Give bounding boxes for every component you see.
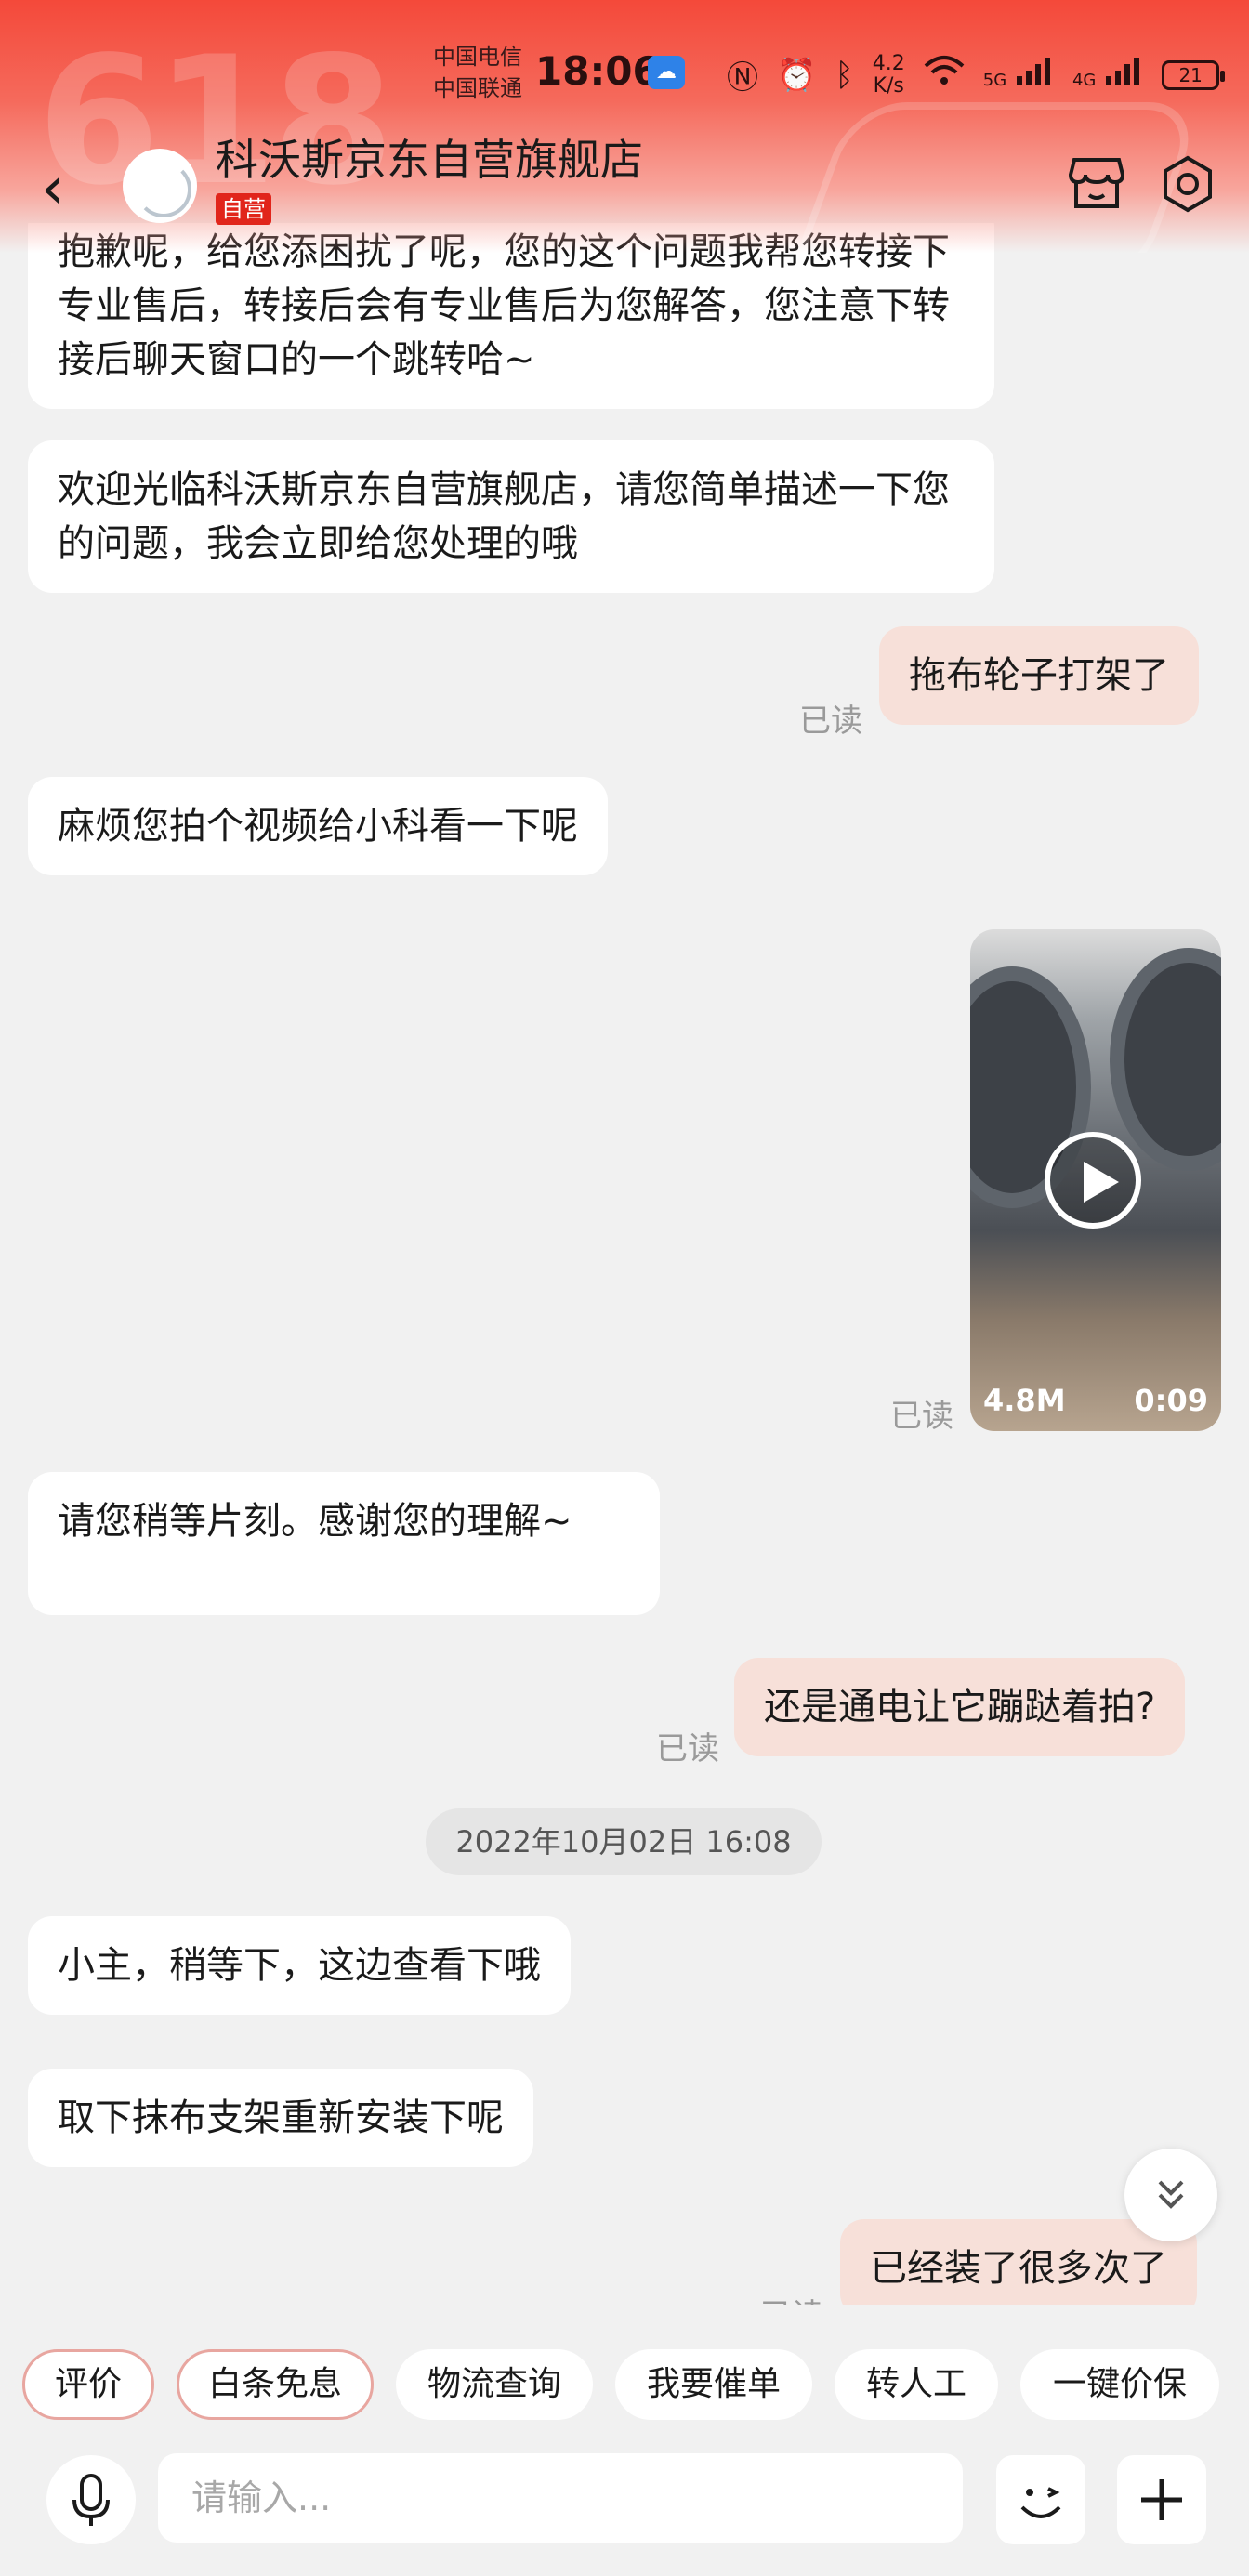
carrier-2: 中国联通 <box>433 75 522 101</box>
signal-icon-5g: 5G <box>983 56 1054 94</box>
input-bar <box>0 2435 1249 2576</box>
quick-reply-urge-order[interactable]: 我要催单 <box>615 2349 812 2420</box>
read-receipt: 已读 <box>656 1730 719 1768</box>
read-receipt: 已读 <box>760 2290 823 2305</box>
chat-message-list[interactable]: 抱歉呢，给您添困扰了呢，您的这个问题我帮您转接下专业售后，转接后会有专业售后为您… <box>0 223 1249 2305</box>
message-bubble-user[interactable]: 拖布轮子打架了 <box>879 626 1199 725</box>
carrier-1: 中国电信 <box>433 44 522 70</box>
message-input[interactable] <box>158 2453 963 2543</box>
video-size: 4.8M <box>983 1383 1066 1418</box>
emoji-icon[interactable] <box>996 2455 1085 2544</box>
battery-icon: 21 <box>1162 59 1226 90</box>
status-bar: 中国电信 中国联通 18:06 ☁ Ⓝ ⏰ ᛒ 4.2 K/s 5G 4G 21 <box>0 0 1249 139</box>
plus-icon[interactable] <box>1117 2455 1206 2544</box>
wifi-icon <box>924 55 965 95</box>
play-icon[interactable] <box>1045 1132 1141 1229</box>
message-timestamp: 2022年10月02日 16:08 <box>426 1808 822 1875</box>
quick-reply-review[interactable]: 评价 <box>22 2349 154 2420</box>
shop-name[interactable]: 科沃斯京东自营旗舰店 <box>216 126 643 188</box>
nfc-icon: Ⓝ <box>727 59 758 97</box>
quick-reply-logistics[interactable]: 物流查询 <box>396 2349 593 2420</box>
status-clock: 18:06 <box>535 48 660 94</box>
read-receipt: 已读 <box>890 1398 953 1435</box>
quick-reply-price-protect[interactable]: 一键价保 <box>1020 2349 1219 2420</box>
message-bubble-shop[interactable]: 小主，稍等下，这边查看下哦 <box>28 1916 571 2015</box>
video-thumbnail-shape <box>1110 948 1221 1171</box>
store-icon[interactable] <box>1067 156 1126 212</box>
video-duration: 0:09 <box>1134 1383 1208 1418</box>
message-bubble-shop[interactable]: 欢迎光临科沃斯京东自营旗舰店，请您简单描述一下您的问题，我会立即给您处理的哦 <box>28 440 994 593</box>
message-bubble-shop[interactable]: 麻烦您拍个视频给小科看一下呢 <box>28 777 608 875</box>
self-operated-badge: 自营 <box>216 193 271 225</box>
quick-reply-installment[interactable]: 白条免息 <box>177 2349 374 2420</box>
signal-icon-4g: 4G <box>1072 56 1143 94</box>
bluetooth-icon: ᛒ <box>835 56 854 94</box>
back-chevron-icon[interactable]: ‹ <box>41 156 87 221</box>
carrier-labels: 中国电信 中国联通 <box>433 41 522 104</box>
shop-avatar[interactable] <box>123 149 197 223</box>
quick-reply-human-agent[interactable]: 转人工 <box>835 2349 998 2420</box>
weather-app-icon: ☁ <box>648 56 685 89</box>
chat-header: 618 中国电信 中国联通 18:06 ☁ Ⓝ ⏰ ᛒ 4.2 K/s 5G 4… <box>0 0 1249 253</box>
status-icons: Ⓝ ⏰ ᛒ 4.2 K/s 5G 4G 21 <box>727 51 1226 98</box>
net-speed: 4.2 K/s <box>872 51 905 98</box>
message-bubble-user[interactable]: 还是通电让它蹦跶着拍? <box>734 1658 1186 1756</box>
video-message[interactable]: 4.8M 0:09 <box>970 929 1221 1431</box>
read-receipt: 已读 <box>799 703 862 740</box>
microphone-icon[interactable] <box>46 2455 136 2544</box>
double-chevron-down-icon[interactable] <box>1124 2149 1217 2241</box>
message-bubble-shop[interactable]: 取下抹布支架重新安装下呢 <box>28 2069 533 2167</box>
settings-icon[interactable] <box>1158 154 1217 214</box>
alarm-icon: ⏰ <box>777 56 817 94</box>
message-bubble-shop[interactable]: 请您稍等片刻。感谢您的理解~ <box>28 1472 660 1615</box>
